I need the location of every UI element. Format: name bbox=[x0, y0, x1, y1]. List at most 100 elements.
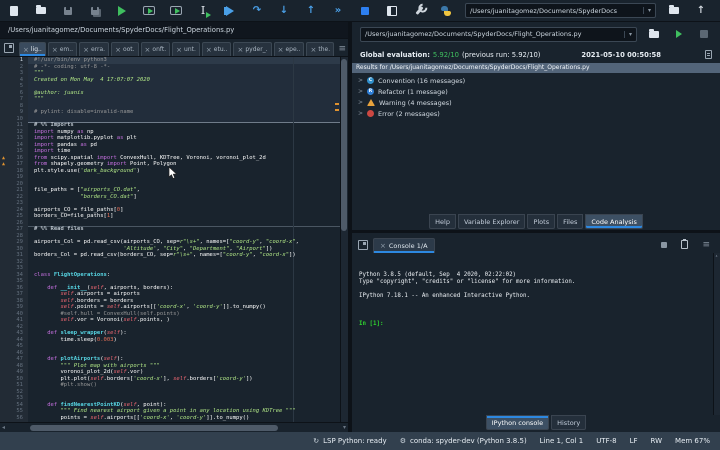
scrollbar-thumb[interactable] bbox=[341, 59, 347, 231]
tab-history[interactable]: History bbox=[551, 415, 587, 430]
analysis-file-combo[interactable]: /Users/juanitagomez/Documents/SpyderDocs… bbox=[360, 26, 637, 42]
close-icon[interactable]: × bbox=[115, 46, 121, 53]
preferences-wrench-icon[interactable] bbox=[411, 3, 427, 19]
scroll-up-icon[interactable]: ▴ bbox=[715, 253, 718, 260]
working-directory-combo[interactable]: /Users/juanitagomez/Documents/SpyderDocs… bbox=[465, 3, 656, 18]
close-icon[interactable]: × bbox=[206, 46, 212, 53]
save-icon[interactable] bbox=[60, 3, 76, 19]
close-icon[interactable]: × bbox=[83, 46, 89, 53]
scrollbar-thumb[interactable] bbox=[30, 425, 278, 431]
step-return-icon[interactable]: ↑ bbox=[303, 3, 319, 19]
editor-file-path: /Users/juanitagomez/Documents/SpyderDocs… bbox=[0, 22, 348, 39]
close-icon[interactable]: × bbox=[380, 243, 386, 250]
output-file-icon[interactable] bbox=[705, 50, 712, 59]
inspect-object-icon[interactable] bbox=[681, 239, 689, 249]
result-label: Convention (16 messages) bbox=[378, 76, 466, 85]
console-text-line bbox=[359, 286, 720, 293]
results-header: Results for /Users/juanitagomez/Document… bbox=[352, 63, 720, 73]
step-into-icon[interactable]: ↓ bbox=[276, 3, 292, 19]
interrupt-kernel-icon[interactable] bbox=[661, 241, 668, 248]
close-icon[interactable]: × bbox=[237, 46, 243, 53]
run-file-icon[interactable] bbox=[114, 3, 130, 19]
console-tab[interactable]: × Console 1/A bbox=[373, 238, 435, 253]
analysis-browse-file-icon[interactable] bbox=[646, 26, 662, 42]
close-icon[interactable]: × bbox=[52, 46, 58, 53]
tab-plots[interactable]: Plots bbox=[527, 214, 556, 229]
editor-file-tab[interactable]: × pyder_. bbox=[233, 42, 272, 56]
conda-environment-status[interactable]: ⚙ conda: spyder-dev (Python 3.8.5) bbox=[400, 437, 527, 445]
editor-file-tab[interactable]: × em.. bbox=[47, 42, 78, 56]
parent-directory-icon[interactable]: ↑ bbox=[693, 3, 709, 19]
tab-variable-explorer[interactable]: Variable Explorer bbox=[457, 214, 526, 229]
analysis-result-convention[interactable]: > C Convention (16 messages) bbox=[352, 75, 720, 86]
analysis-stop-icon[interactable] bbox=[696, 26, 712, 42]
editor-file-tab[interactable]: × lig.. bbox=[19, 42, 46, 56]
close-icon[interactable]: × bbox=[145, 46, 151, 53]
python-logo-icon[interactable] bbox=[438, 3, 454, 19]
code-editor[interactable]: 1 2 3 4 5 6 7 8 9 10 11 12 13 14 15 16 17 18 19 20 21 22 23 24 2… bbox=[0, 57, 348, 422]
code-text[interactable]: #!/usr/bin/env python3 # -*- coding: utf-… bbox=[34, 57, 299, 421]
maximize-pane-icon[interactable] bbox=[384, 3, 400, 19]
console-options-icon[interactable]: ≡ bbox=[702, 240, 710, 249]
analysis-file-path: /Users/juanitagomez/Documents/SpyderDocs… bbox=[365, 30, 582, 38]
analysis-timestamp: 2021-05-10 00:50:58 bbox=[581, 50, 661, 59]
editor-file-tab[interactable]: × oot. bbox=[111, 42, 139, 56]
editor-file-tab[interactable]: × the. bbox=[306, 42, 335, 56]
analysis-run-icon[interactable] bbox=[671, 26, 687, 42]
stop-icon[interactable] bbox=[357, 3, 373, 19]
tab-ipython-console[interactable]: IPython console bbox=[485, 415, 550, 430]
scroll-options-icon[interactable]: ▾ bbox=[343, 424, 346, 431]
open-file-icon[interactable] bbox=[33, 3, 49, 19]
editor-file-tab[interactable]: × erra. bbox=[79, 42, 110, 56]
analysis-result-warning[interactable]: > Warning (4 messages) bbox=[352, 97, 720, 108]
analysis-result-refactor[interactable]: > R Refactor (1 message) bbox=[352, 86, 720, 97]
tab-code-analysis[interactable]: Code Analysis bbox=[585, 214, 643, 229]
tab-label: pyder_. bbox=[245, 46, 268, 53]
run-selection-icon[interactable]: I bbox=[195, 3, 213, 19]
line-number-gutter: 1 2 3 4 5 6 7 8 9 10 11 12 13 14 15 16 17 18 19 20 21 22 23 24 2… bbox=[0, 57, 28, 422]
editor-file-tab[interactable]: × epe.. bbox=[273, 42, 305, 56]
console-scrollbar[interactable]: ▴ bbox=[713, 253, 720, 415]
scroll-left-icon[interactable]: ◂ bbox=[2, 424, 5, 431]
previous-run-score: (previous run: 5.92/10) bbox=[462, 50, 541, 59]
editor-file-tab[interactable]: × onft. bbox=[140, 42, 171, 56]
browse-tabs-icon[interactable] bbox=[358, 240, 368, 250]
editor-file-tab[interactable]: × etu.. bbox=[201, 42, 232, 56]
new-file-icon[interactable] bbox=[6, 3, 22, 19]
refactor-icon: R bbox=[367, 88, 374, 95]
run-cell-advance-icon[interactable] bbox=[168, 3, 184, 19]
debug-continue-icon[interactable]: ↷ bbox=[249, 3, 265, 19]
editor-file-tab[interactable]: × unt. bbox=[172, 42, 200, 56]
run-cell-icon[interactable] bbox=[141, 3, 157, 19]
console-pane: × Console 1/A ≡ Python 3.8.5 (default, S… bbox=[352, 233, 720, 432]
close-icon[interactable]: × bbox=[176, 46, 182, 53]
editor-horizontal-scrollbar[interactable]: ◂ ▾ bbox=[0, 422, 348, 432]
debug-file-icon[interactable] bbox=[222, 3, 238, 19]
global-evaluation-label: Global evaluation: bbox=[360, 50, 430, 59]
analysis-result-error[interactable]: > Error (2 messages) bbox=[352, 108, 720, 119]
warning-icon bbox=[367, 99, 375, 106]
browse-working-directory-icon[interactable] bbox=[666, 3, 682, 19]
chevron-down-icon[interactable]: ▾ bbox=[642, 7, 651, 14]
right-pane: /Users/juanitagomez/Documents/SpyderDocs… bbox=[352, 22, 720, 432]
close-icon[interactable]: × bbox=[310, 46, 316, 53]
fast-forward-icon[interactable]: » bbox=[330, 3, 346, 19]
close-icon[interactable]: × bbox=[23, 46, 29, 53]
close-icon[interactable]: × bbox=[278, 46, 284, 53]
code-line: points = self.airports[['coord-x', 'coor… bbox=[34, 414, 250, 421]
result-label: Error (2 messages) bbox=[378, 109, 440, 118]
expand-chevron-icon[interactable]: > bbox=[358, 77, 363, 84]
tab-options-icon[interactable]: ≡ bbox=[338, 45, 346, 54]
expand-chevron-icon[interactable]: > bbox=[358, 99, 363, 106]
browse-tabs-icon[interactable] bbox=[4, 43, 14, 53]
chevron-down-icon[interactable]: ▾ bbox=[623, 30, 632, 38]
expand-chevron-icon[interactable]: > bbox=[358, 110, 363, 117]
editor-vertical-scrollbar[interactable] bbox=[340, 57, 348, 422]
tab-files[interactable]: Files bbox=[557, 214, 584, 229]
save-all-icon[interactable] bbox=[87, 3, 103, 19]
console-output[interactable]: Python 3.8.5 (default, Sep 4 2020, 02:22… bbox=[352, 253, 720, 415]
main-toolbar: I ↷ ↓ ↑ » /Users/juanitagomez/Documents/… bbox=[0, 0, 720, 22]
tab-help[interactable]: Help bbox=[429, 214, 456, 229]
expand-chevron-icon[interactable]: > bbox=[358, 88, 363, 95]
console-tab-label: Console 1/A bbox=[388, 242, 428, 250]
